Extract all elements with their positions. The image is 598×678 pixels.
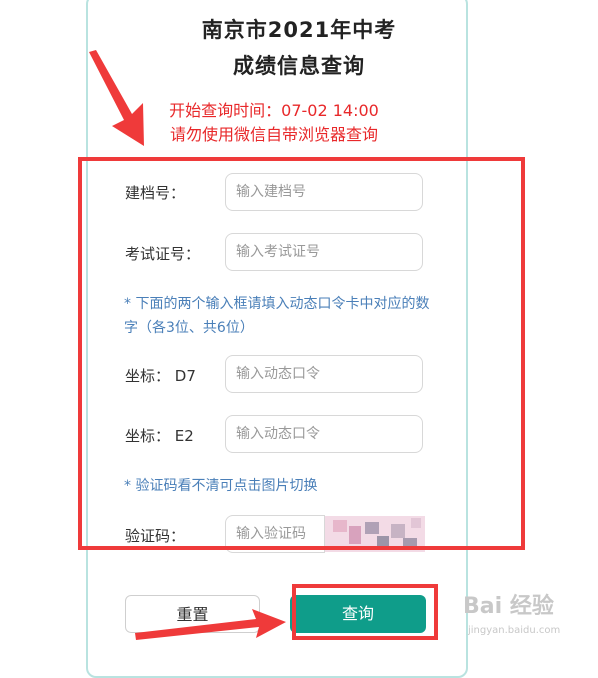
token-hint-text: * 下面的两个输入框请填入动态口令卡中对应的数字（各3位、共6位）	[124, 296, 430, 336]
exam-number-label: 考试证号：	[125, 245, 201, 263]
page-title: 南京市2021年中考	[201, 18, 397, 42]
baidu-watermark: Bai 经验	[463, 594, 554, 619]
token-d7-input[interactable]	[225, 355, 423, 393]
token-e2-input[interactable]	[225, 415, 423, 453]
archive-number-input[interactable]	[225, 173, 423, 211]
page-subtitle: 成绩信息查询	[233, 54, 365, 78]
coordinate-d7-label: 坐标： D7	[125, 367, 196, 385]
captcha-image[interactable]	[325, 516, 425, 552]
query-button[interactable]: 查询	[290, 595, 426, 633]
captcha-hint-text: * 验证码看不清可点击图片切换	[124, 478, 318, 494]
reset-button[interactable]: 重置	[125, 595, 260, 633]
browser-warning-notice: 请勿使用微信自带浏览器查询	[169, 125, 378, 144]
coordinate-e2-label: 坐标： E2	[125, 427, 194, 445]
exam-number-input[interactable]	[225, 233, 423, 271]
captcha-label: 验证码：	[125, 527, 186, 545]
query-start-time-notice: 开始查询时间：07-02 14:00	[169, 101, 379, 120]
captcha-input[interactable]	[225, 515, 325, 553]
baidu-watermark-url: jingyan.baidu.com	[468, 625, 561, 636]
archive-number-label: 建档号：	[125, 184, 186, 202]
